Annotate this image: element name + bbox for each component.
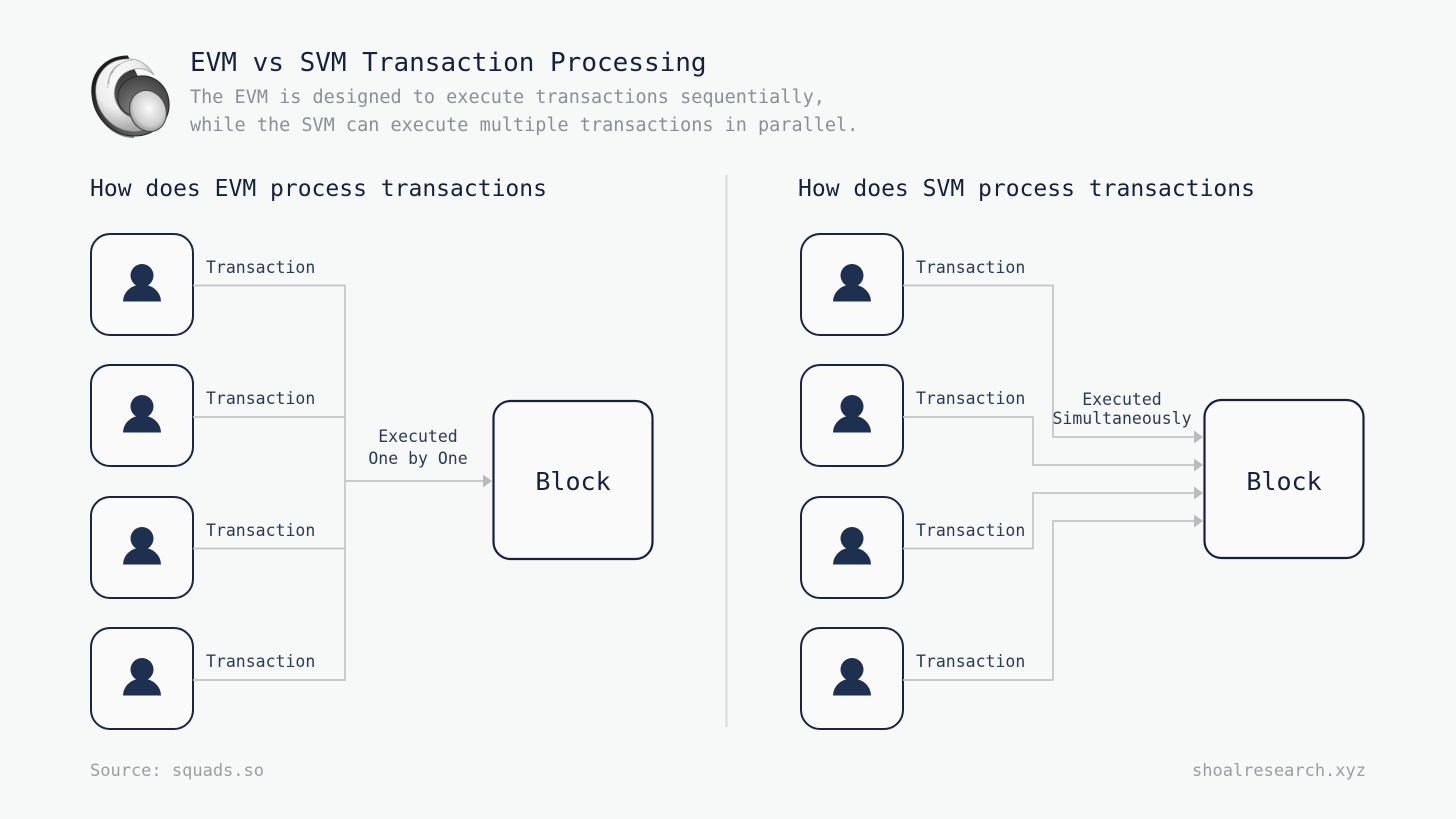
person-icon-head	[840, 395, 864, 418]
person-icon-head	[130, 395, 154, 418]
svm-block-label: Block	[1246, 467, 1321, 496]
svm-block[interactable]: Block	[1203, 398, 1365, 560]
evm-merged-arrow	[345, 474, 492, 488]
evm-connector-1	[193, 284, 346, 481]
diagram-canvas: EVM vs SVM Transaction Processing The EV…	[0, 0, 1456, 819]
svm-diagram: Transaction Transaction Transaction Tran…	[800, 233, 1365, 730]
evm-flow-label-line-2: One by One	[368, 449, 467, 468]
svm-transaction-label-1: Transaction	[916, 258, 1025, 277]
evm-flow-label-line-1: Executed	[378, 427, 457, 446]
person-icon-head	[840, 264, 864, 287]
svm-user-box-2[interactable]	[800, 364, 904, 467]
evm-transaction-label-2: Transaction	[206, 389, 315, 408]
footer-source: Source: squads.so	[90, 761, 264, 781]
footer-site-link[interactable]: shoalresearch.xyz	[1192, 760, 1366, 782]
evm-user-box-2[interactable]	[90, 364, 194, 467]
evm-block-label: Block	[535, 467, 610, 496]
svm-transaction-label-3: Transaction	[916, 521, 1025, 540]
svm-user-box-1[interactable]	[800, 233, 904, 336]
svm-transaction-label-2: Transaction	[916, 389, 1025, 408]
evm-connector-4	[193, 481, 346, 681]
svm-transaction-label-4: Transaction	[916, 652, 1025, 671]
svm-flow-label-line-1: Executed	[1082, 390, 1161, 409]
evm-user-box-4[interactable]	[90, 627, 194, 730]
svm-flow-label-line-2: Simultaneously	[1052, 409, 1191, 428]
evm-diagram: Transaction Transaction Transaction Tran…	[90, 233, 654, 730]
person-icon-head	[840, 527, 864, 550]
person-icon-head	[130, 527, 154, 550]
evm-block[interactable]: Block	[492, 399, 654, 561]
svm-user-box-3[interactable]	[800, 496, 904, 599]
process-diagram: Transaction Transaction Transaction Tran…	[90, 175, 1365, 730]
evm-transaction-label-4: Transaction	[206, 652, 315, 671]
person-icon-head	[840, 658, 864, 681]
evm-user-box-3[interactable]	[90, 496, 194, 599]
evm-user-box-1[interactable]	[90, 233, 194, 336]
evm-transaction-label-3: Transaction	[206, 521, 315, 540]
person-icon-head	[130, 658, 154, 681]
person-icon-head	[130, 264, 154, 287]
evm-transaction-label-1: Transaction	[206, 258, 315, 277]
svm-user-box-4[interactable]	[800, 627, 904, 730]
